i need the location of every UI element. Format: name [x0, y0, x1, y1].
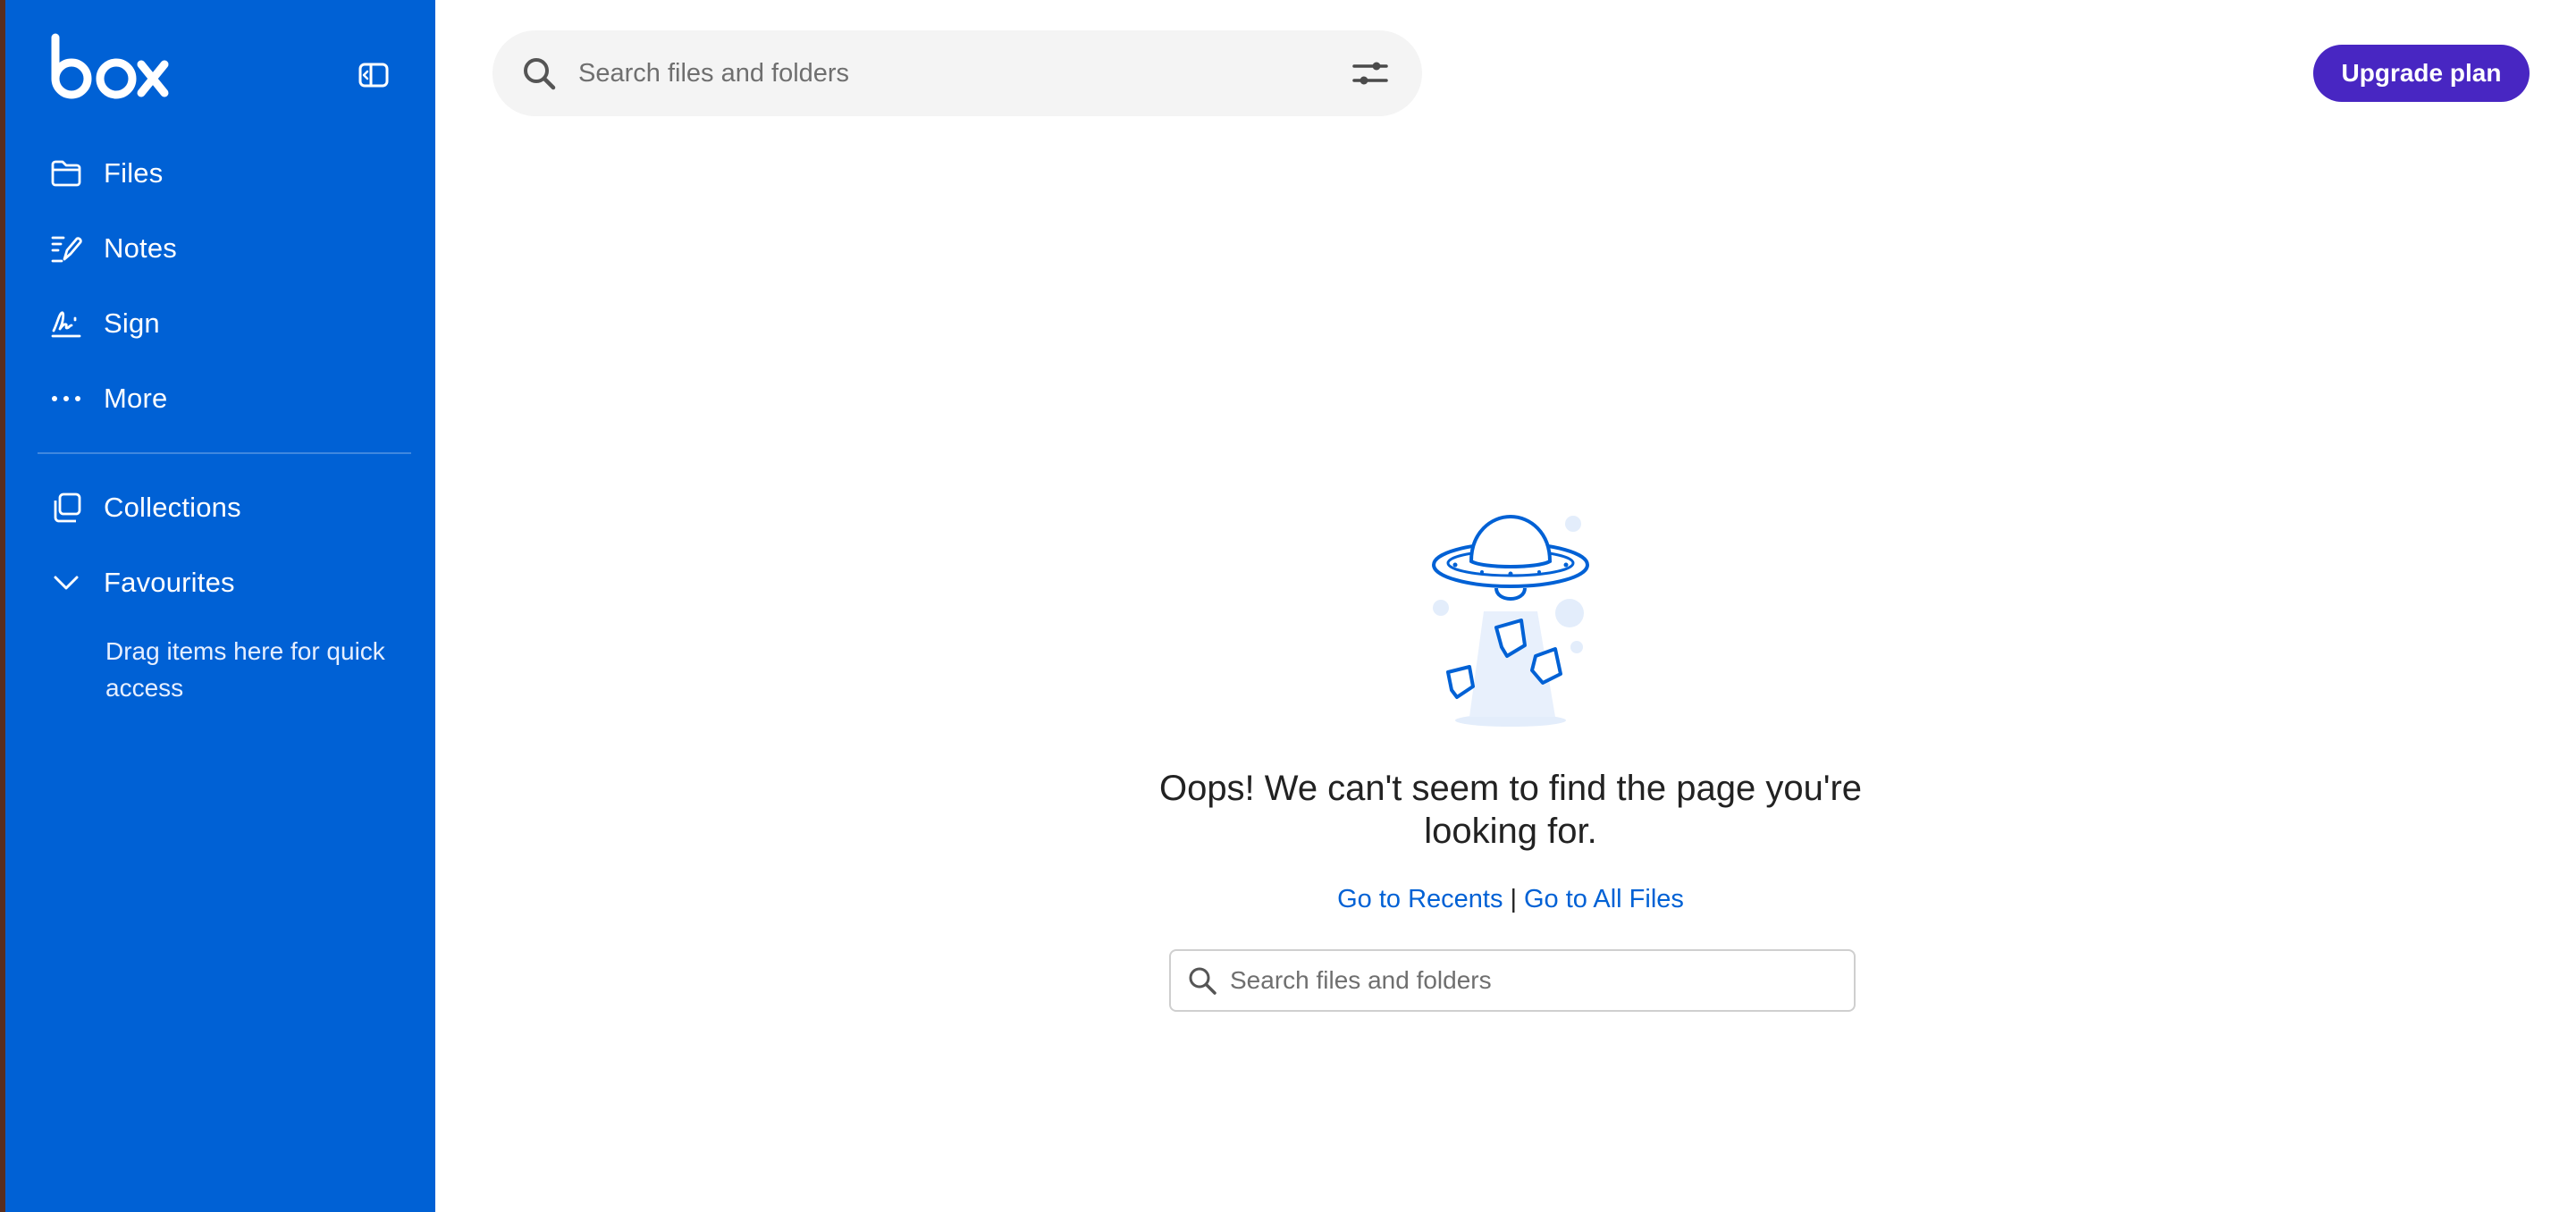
sidebar-divider [38, 452, 411, 454]
collapse-sidebar-button[interactable] [354, 55, 393, 95]
search-icon [521, 55, 557, 91]
sidebar: Files Notes Sign More Collections Favour… [0, 0, 435, 1212]
sidebar-toggle-icon [358, 63, 389, 88]
collections-icon [48, 490, 84, 526]
recovery-links: Go to Recents | Go to All Files [1153, 885, 1868, 914]
box-logo[interactable] [48, 32, 173, 100]
sidebar-item-notes[interactable]: Notes [48, 222, 406, 275]
global-search-bar[interactable]: Search files and folders [492, 30, 1422, 116]
sign-icon [48, 306, 84, 341]
sidebar-item-label: Files [104, 157, 164, 189]
sidebar-item-label: Collections [104, 492, 241, 523]
page-search-input[interactable] [1230, 966, 1838, 995]
global-search-input[interactable]: Search files and folders [578, 59, 1351, 88]
go-to-recents-link[interactable]: Go to Recents [1337, 885, 1503, 913]
chevron-down-icon [48, 565, 84, 601]
sidebar-item-sign[interactable]: Sign [48, 297, 406, 350]
sidebar-item-favourites[interactable]: Favourites [48, 556, 406, 610]
app-root: Files Notes Sign More Collections Favour… [0, 0, 2576, 1212]
search-icon [1187, 965, 1217, 996]
link-separator: | [1510, 885, 1517, 913]
sidebar-item-label: Notes [104, 232, 177, 264]
notes-icon [48, 231, 84, 266]
sidebar-item-label: More [104, 383, 168, 414]
go-to-all-files-link[interactable]: Go to All Files [1524, 885, 1684, 913]
upgrade-plan-button[interactable]: Upgrade plan [2313, 45, 2530, 102]
search-filter-icon[interactable] [1351, 54, 1390, 93]
sidebar-item-label: Sign [104, 307, 160, 339]
sidebar-item-collections[interactable]: Collections [48, 481, 406, 534]
ufo-illustration-icon [1421, 513, 1600, 731]
favourites-empty-hint: Drag items here for quick access [105, 637, 385, 702]
sidebar-item-more[interactable]: More [48, 372, 406, 425]
sidebar-item-label: Favourites [104, 567, 235, 598]
page-search-box[interactable] [1169, 949, 1856, 1012]
not-found-message: Oops! We can't seem to find the page you… [1158, 769, 1863, 851]
sidebar-item-files[interactable]: Files [48, 147, 406, 200]
folder-icon [48, 156, 84, 191]
more-icon [48, 381, 84, 417]
